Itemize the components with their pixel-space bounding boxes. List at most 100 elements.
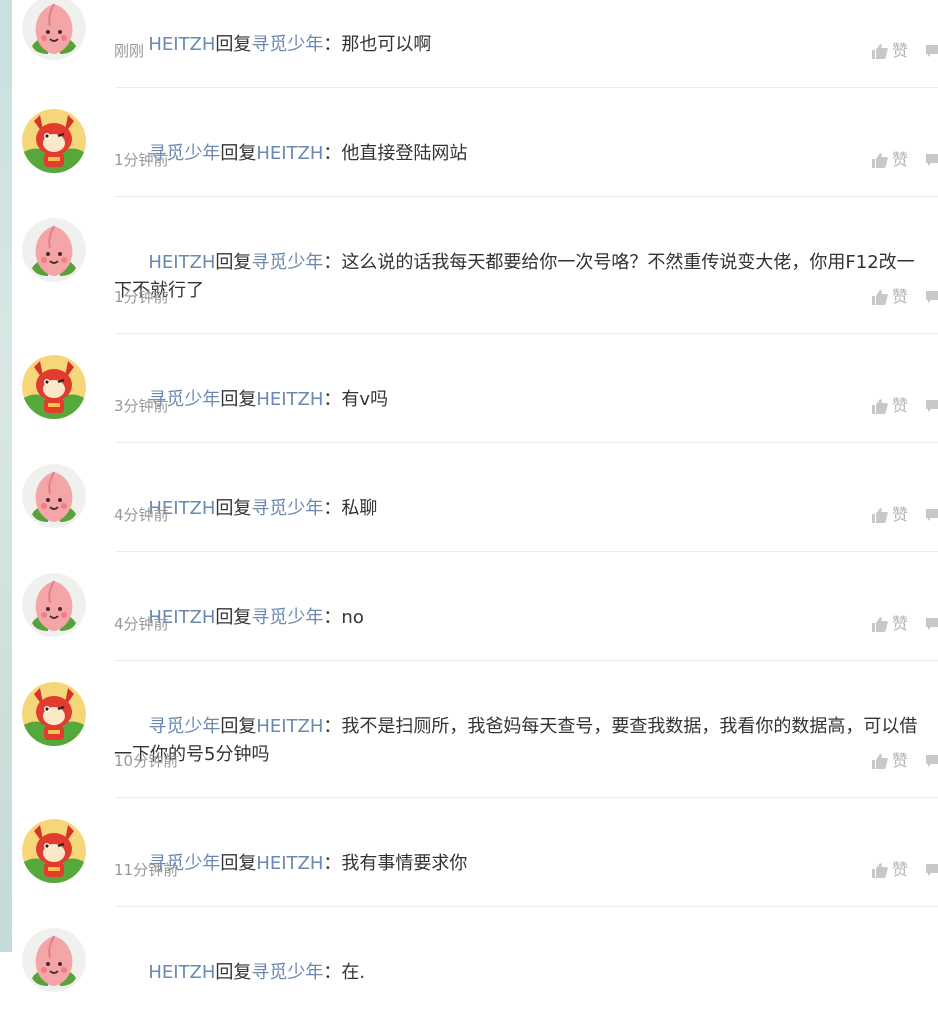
colon: ： [323, 252, 342, 273]
reply-word: 回复 [220, 716, 257, 737]
reply-icon[interactable] [926, 755, 938, 767]
peach-avatar[interactable] [22, 928, 86, 992]
reply-word: 回复 [215, 498, 252, 519]
left-background-strip [0, 0, 12, 952]
reply-icon[interactable] [926, 400, 938, 412]
like-button[interactable]: 赞 [872, 860, 908, 880]
like-button[interactable]: 赞 [872, 751, 908, 771]
like-label: 赞 [892, 860, 909, 879]
thumbs-up-icon [872, 398, 888, 414]
peach-avatar[interactable] [22, 218, 86, 282]
comment-content: HEITZH回复寻觅少年：no [114, 576, 924, 660]
colon: ： [323, 34, 342, 55]
comment-content: 寻觅少年回复HEITZH：有v吗 [114, 358, 924, 442]
thumbs-up-icon [872, 616, 888, 632]
comment-time: 11分钟前 [114, 861, 179, 879]
reply-target-name[interactable]: HEITZH [256, 853, 323, 874]
colon: ： [323, 853, 342, 874]
reply-word: 回复 [215, 252, 252, 273]
comment-content: 寻觅少年回复HEITZH：他直接登陆网站 [114, 112, 924, 196]
author-name[interactable]: HEITZH [148, 34, 215, 55]
comment-text: 有v吗 [341, 389, 389, 410]
like-button[interactable]: 赞 [872, 150, 908, 170]
divider [115, 797, 938, 798]
colon: ： [323, 716, 342, 737]
comment-content: HEITZH回复寻觅少年：这么说的话我每天都要给你一次号咯？不然重传说变大佬，你… [114, 221, 924, 333]
comment-text: 我有事情要求你 [341, 853, 468, 874]
comment-content: 寻觅少年回复HEITZH：我有事情要求你 [114, 822, 924, 906]
divider [115, 333, 938, 334]
comment-text: 私聊 [341, 498, 378, 519]
like-button[interactable]: 赞 [872, 287, 908, 307]
comment-time: 1分钟前 [114, 288, 169, 306]
comment-text: 他直接登陆网站 [341, 143, 468, 164]
thumbs-up-icon [872, 152, 888, 168]
comment-time: 4分钟前 [114, 615, 169, 633]
like-label: 赞 [892, 751, 909, 770]
divider [115, 196, 938, 197]
colon: ： [323, 498, 342, 519]
comment-text: no [341, 607, 364, 628]
divider [115, 660, 938, 661]
peach-avatar[interactable] [22, 573, 86, 637]
comment-time: 4分钟前 [114, 506, 169, 524]
reply-icon[interactable] [926, 45, 938, 57]
fox-avatar[interactable] [22, 109, 86, 173]
reply-word: 回复 [220, 389, 257, 410]
author-name[interactable]: 寻觅少年 [148, 716, 220, 737]
reply-target-name[interactable]: 寻觅少年 [251, 498, 323, 519]
reply-word: 回复 [220, 143, 257, 164]
author-name[interactable]: HEITZH [148, 962, 215, 983]
thumbs-up-icon [872, 289, 888, 305]
reply-target-name[interactable]: HEITZH [256, 143, 323, 164]
like-label: 赞 [892, 287, 909, 306]
reply-icon[interactable] [926, 509, 938, 521]
reply-icon[interactable] [926, 618, 938, 630]
comment-content: HEITZH回复寻觅少年：在. [114, 931, 924, 1015]
comment-time: 1分钟前 [114, 151, 169, 169]
like-button[interactable]: 赞 [872, 396, 908, 416]
thumbs-up-icon [872, 43, 888, 59]
like-label: 赞 [892, 396, 909, 415]
divider [115, 442, 938, 443]
like-button[interactable]: 赞 [872, 614, 908, 634]
thumbs-up-icon [872, 507, 888, 523]
reply-target-name[interactable]: 寻觅少年 [251, 607, 323, 628]
comment-time: 刚刚 [114, 42, 145, 60]
reply-icon[interactable] [926, 154, 938, 166]
colon: ： [323, 143, 342, 164]
peach-avatar[interactable] [22, 0, 86, 60]
like-button[interactable]: 赞 [872, 41, 908, 61]
colon: ： [323, 962, 342, 983]
reply-target-name[interactable]: 寻觅少年 [251, 962, 323, 983]
reply-word: 回复 [215, 962, 252, 983]
reply-target-name[interactable]: 寻觅少年 [251, 34, 323, 55]
divider [115, 906, 938, 907]
comment-text: 那也可以啊 [341, 34, 432, 55]
fox-avatar[interactable] [22, 355, 86, 419]
comment-content: HEITZH回复寻觅少年：私聊 [114, 467, 924, 551]
fox-avatar[interactable] [22, 819, 86, 883]
colon: ： [323, 607, 342, 628]
reply-icon[interactable] [926, 864, 938, 876]
peach-avatar[interactable] [22, 464, 86, 528]
like-label: 赞 [892, 41, 909, 60]
like-button[interactable]: 赞 [872, 505, 908, 525]
colon: ： [323, 389, 342, 410]
comment-time: 3分钟前 [114, 397, 169, 415]
reply-word: 回复 [215, 34, 252, 55]
reply-target-name[interactable]: HEITZH [256, 716, 323, 737]
comment-content: 寻觅少年回复HEITZH：我不是扫厕所，我爸妈每天查号，要查我数据，我看你的数据… [114, 685, 924, 797]
comment-content: HEITZH回复寻觅少年：那也可以啊 [114, 3, 924, 87]
author-name[interactable]: HEITZH [148, 252, 215, 273]
reply-icon[interactable] [926, 291, 938, 303]
comment-text: 在. [341, 962, 366, 983]
divider [115, 87, 938, 88]
thumbs-up-icon [872, 862, 888, 878]
like-label: 赞 [892, 150, 909, 169]
reply-word: 回复 [215, 607, 252, 628]
fox-avatar[interactable] [22, 682, 86, 746]
reply-target-name[interactable]: 寻觅少年 [251, 252, 323, 273]
like-label: 赞 [892, 505, 909, 524]
reply-target-name[interactable]: HEITZH [256, 389, 323, 410]
